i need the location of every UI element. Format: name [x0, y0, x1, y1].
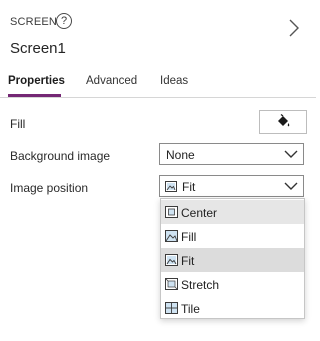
image-center-icon — [165, 206, 178, 218]
background-image-value: None — [166, 148, 195, 162]
help-icon[interactable]: ? — [56, 13, 72, 29]
tab-advanced[interactable]: Advanced — [86, 75, 137, 87]
chevron-down-icon — [284, 182, 298, 190]
option-fill[interactable]: Fill — [161, 224, 304, 248]
image-position-value: Fit — [182, 180, 196, 194]
image-fill-icon — [165, 230, 178, 242]
image-tile-icon — [165, 302, 178, 314]
fill-label: Fill — [10, 117, 26, 131]
background-image-select[interactable]: None — [159, 143, 304, 165]
option-stretch[interactable]: Stretch — [161, 272, 304, 296]
chevron-down-icon — [284, 150, 298, 158]
active-tab-indicator — [8, 94, 61, 97]
option-tile[interactable]: Tile — [161, 296, 304, 320]
chevron-right-icon[interactable] — [286, 18, 302, 38]
option-label: Fit — [181, 254, 195, 268]
tab-properties[interactable]: Properties — [8, 75, 65, 87]
tab-bar: Properties Advanced Ideas — [0, 66, 316, 98]
image-fit-icon — [165, 254, 178, 266]
control-kind-label: SCREEN — [10, 16, 58, 28]
screen-name: Screen1 — [10, 40, 66, 57]
fill-color-button[interactable] — [259, 110, 307, 134]
image-fit-icon — [165, 181, 177, 192]
option-center[interactable]: Center — [161, 200, 304, 224]
image-position-select[interactable]: Fit — [159, 175, 304, 197]
image-stretch-icon — [165, 278, 178, 290]
image-position-label: Image position — [10, 181, 89, 195]
option-label: Stretch — [181, 278, 220, 292]
image-position-dropdown: Center Fill Fit Stretch Tile — [160, 198, 305, 319]
tab-ideas[interactable]: Ideas — [160, 75, 188, 87]
option-label: Fill — [181, 230, 197, 244]
option-label: Center — [181, 206, 218, 220]
option-label: Tile — [181, 302, 200, 316]
option-fit[interactable]: Fit — [161, 248, 304, 272]
paint-bucket-icon — [278, 114, 290, 127]
background-image-label: Background image — [10, 149, 111, 163]
